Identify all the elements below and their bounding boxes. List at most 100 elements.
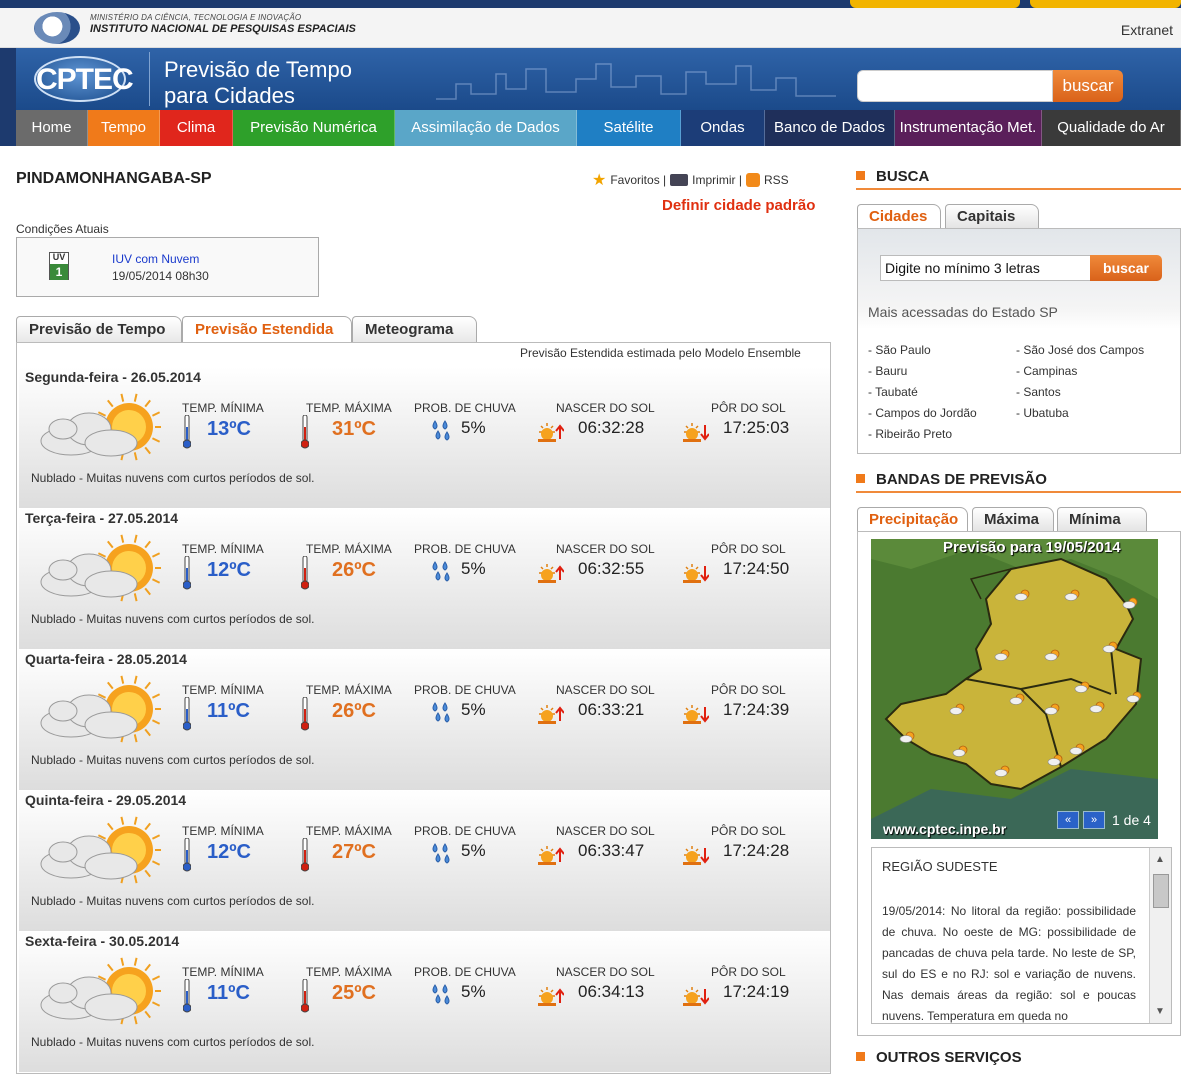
- city-search-input[interactable]: Digite no mínimo 3 letras: [880, 255, 1094, 281]
- max-label: TEMP. MÁXIMA: [306, 401, 392, 415]
- forecast-day-row: Sexta-feira - 30.05.2014 TEMP. MÍNIMA 11ºC…: [19, 931, 830, 1072]
- city-list-right: - São José dos Campos - Campinas - Santos -…: [1016, 340, 1144, 424]
- tab-previsao-tempo[interactable]: Previsão de Tempo: [16, 316, 182, 342]
- extranet-link[interactable]: Extranet: [1121, 22, 1173, 38]
- city-link[interactable]: - Ribeirão Preto: [868, 424, 977, 445]
- city-link[interactable]: - Santos: [1016, 382, 1144, 403]
- nav-item[interactable]: Tempo: [88, 110, 160, 146]
- tab-cidades[interactable]: Cidades: [857, 204, 941, 228]
- city-link[interactable]: - Ubatuba: [1016, 403, 1144, 424]
- rain-drops-icon: [430, 560, 452, 584]
- map-page-indicator: 1 de 4: [1112, 812, 1151, 828]
- rain-value: 5%: [461, 841, 486, 860]
- tab-meteograma[interactable]: Meteograma: [352, 316, 477, 342]
- rain-value: 5%: [461, 700, 486, 719]
- rain-label: PROB. DE CHUVA: [414, 965, 516, 979]
- scrollbar[interactable]: ▲ ▼: [1149, 848, 1171, 1023]
- scroll-down-icon[interactable]: ▼: [1155, 1006, 1165, 1017]
- max-value: 25ºC: [332, 982, 376, 1004]
- thermometer-hot-icon: [300, 555, 310, 590]
- scroll-thumb[interactable]: [1153, 874, 1169, 908]
- day-name: Quinta-feira - 29.05.2014: [25, 792, 187, 808]
- imprimir-link[interactable]: Imprimir |: [692, 173, 742, 187]
- cloudy-sun-icon: [31, 530, 163, 605]
- iuv-link[interactable]: IUV com Nuvem: [112, 252, 199, 266]
- forecast-map[interactable]: Previsão para 19/05/2014 www.cptec.inpe.…: [871, 539, 1158, 839]
- thermometer-cold-icon: [182, 555, 192, 590]
- search-button[interactable]: buscar: [1053, 70, 1123, 102]
- city-link[interactable]: - Campinas: [1016, 361, 1144, 382]
- busca-title: BUSCA: [876, 168, 930, 185]
- scroll-up-icon[interactable]: ▲: [1155, 854, 1165, 865]
- sunrise-icon: [536, 562, 565, 584]
- nav-item[interactable]: Ondas: [681, 110, 765, 146]
- current-conditions-box: UV 1 IUV com Nuvem 19/05/2014 08h30: [16, 237, 319, 297]
- sunset-icon: [681, 562, 710, 584]
- min-label: TEMP. MÍNIMA: [182, 542, 264, 556]
- next-icon[interactable]: »: [1083, 811, 1105, 829]
- header-title-line1: Previsão de Tempo: [164, 57, 352, 82]
- min-value: 11ºC: [207, 700, 250, 722]
- sunset-value: 17:24:19: [723, 982, 790, 1001]
- sunset-label: PÔR DO SOL: [711, 401, 786, 415]
- city-search-button[interactable]: buscar: [1090, 255, 1162, 281]
- max-value: 26ºC: [332, 559, 376, 581]
- city-link[interactable]: - Taubaté: [868, 382, 977, 403]
- city-actions: ★ Favoritos | Imprimir | RSS: [592, 170, 789, 190]
- tab-previsao-estendida[interactable]: Previsão Estendida: [182, 316, 352, 343]
- city-link[interactable]: - São Paulo: [868, 340, 977, 361]
- nav-item[interactable]: Qualidade do Ar: [1042, 110, 1181, 146]
- nav-item[interactable]: Clima: [160, 110, 233, 146]
- thermometer-hot-icon: [300, 837, 310, 872]
- city-link[interactable]: - São José dos Campos: [1016, 340, 1144, 361]
- day-description: Nublado - Muitas nuvens com curtos perío…: [31, 894, 315, 908]
- sunrise-icon: [536, 421, 565, 443]
- busca-header: BUSCA: [856, 168, 1181, 190]
- city-link[interactable]: - Campos do Jordão: [868, 403, 977, 424]
- cptec-logo[interactable]: CPTEC: [34, 56, 134, 102]
- uv-icon: UV 1: [49, 252, 69, 280]
- region-bulletin: 19/05/2014: No litoral da região: possib…: [882, 904, 1136, 1023]
- institution-bar: MINISTÉRIO DA CIÊNCIA, TECNOLOGIA E INOV…: [0, 8, 1181, 48]
- thermometer-cold-icon: [182, 696, 192, 731]
- sunrise-label: NASCER DO SOL: [556, 683, 655, 697]
- search-input[interactable]: [857, 70, 1053, 102]
- sunrise-label: NASCER DO SOL: [556, 824, 655, 838]
- nav-item[interactable]: Banco de Dados: [765, 110, 895, 146]
- nav-item[interactable]: Satélite: [577, 110, 681, 146]
- printer-icon[interactable]: [670, 174, 689, 186]
- tab-minima[interactable]: Mínima: [1057, 507, 1147, 531]
- inpe-logo[interactable]: [34, 12, 80, 44]
- region-title: REGIÃO SUDESTE: [882, 859, 998, 874]
- sunrise-value: 06:32:55: [578, 559, 645, 578]
- nav-item[interactable]: Home: [16, 110, 88, 146]
- rain-drops-icon: [430, 842, 452, 866]
- sunrise-icon: [536, 985, 565, 1007]
- sunset-label: PÔR DO SOL: [711, 965, 786, 979]
- rain-value: 5%: [461, 418, 486, 437]
- rss-icon[interactable]: [745, 173, 760, 187]
- uv-value: 1: [50, 264, 68, 280]
- tab-maxima[interactable]: Máxima: [972, 507, 1054, 531]
- tab-capitais[interactable]: Capitais: [945, 204, 1039, 228]
- min-label: TEMP. MÍNIMA: [182, 824, 264, 838]
- define-default-city-link[interactable]: Definir cidade padrão: [662, 197, 815, 214]
- rain-value: 5%: [461, 982, 486, 1001]
- city-list-left: - São Paulo - Bauru - Taubaté - Campos do J…: [868, 340, 977, 445]
- cloudy-sun-icon: [31, 953, 163, 1028]
- min-label: TEMP. MÍNIMA: [182, 401, 264, 415]
- star-icon[interactable]: ★: [592, 170, 606, 190]
- nav-item[interactable]: Assimilação de Dados: [395, 110, 577, 146]
- forecast-day-row: Quinta-feira - 29.05.2014 TEMP. MÍNIMA 12º…: [19, 790, 830, 931]
- day-name: Terça-feira - 27.05.2014: [25, 510, 179, 526]
- nav-item[interactable]: Previsão Numérica: [233, 110, 395, 146]
- nav-item[interactable]: Instrumentação Met.: [895, 110, 1042, 146]
- city-link[interactable]: - Bauru: [868, 361, 977, 382]
- cloudy-sun-icon: [31, 812, 163, 887]
- tab-precipitacao[interactable]: Precipitação: [857, 507, 968, 531]
- rss-link[interactable]: RSS: [764, 173, 789, 187]
- rain-value: 5%: [461, 559, 486, 578]
- favoritos-link[interactable]: Favoritos |: [610, 173, 666, 187]
- uv-label: UV: [52, 252, 66, 262]
- prev-icon[interactable]: «: [1057, 811, 1079, 829]
